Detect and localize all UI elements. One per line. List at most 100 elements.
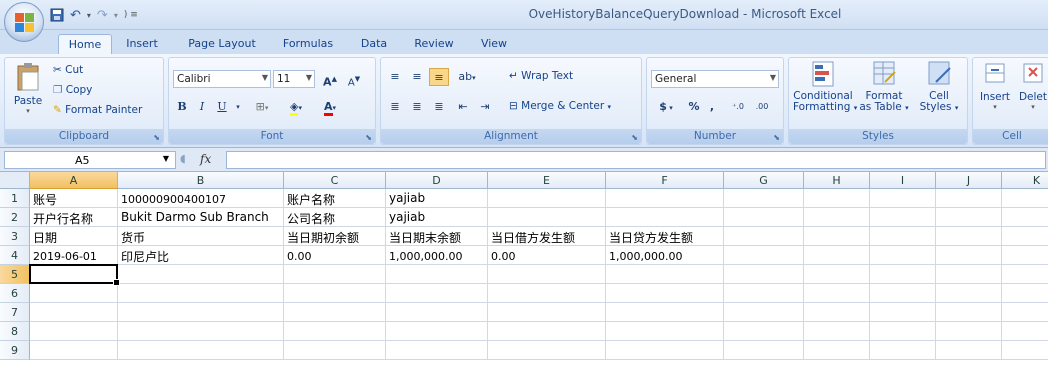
cell-g9[interactable]	[724, 341, 804, 360]
name-box[interactable]: A5 ▼	[4, 151, 176, 169]
column-header-k[interactable]: K	[1002, 172, 1048, 189]
align-middle-icon[interactable]: ≡	[407, 68, 427, 86]
align-bottom-icon[interactable]: ≡	[429, 68, 449, 86]
cell-e5[interactable]	[488, 265, 606, 284]
cell-d2[interactable]: yajiab	[386, 208, 488, 227]
column-header-i[interactable]: I	[870, 172, 936, 189]
cell-i1[interactable]	[870, 189, 936, 208]
cell-d5[interactable]	[386, 265, 488, 284]
cell-h3[interactable]	[804, 227, 870, 246]
cell-f7[interactable]	[606, 303, 724, 322]
increase-decimal-icon[interactable]: ⁺.0	[727, 98, 749, 116]
cell-f8[interactable]	[606, 322, 724, 341]
cell-j5[interactable]	[936, 265, 1002, 284]
row-header-9[interactable]: 9	[0, 341, 30, 360]
cell-f3[interactable]: 当日贷方发生额	[606, 227, 724, 246]
cell-i6[interactable]	[870, 284, 936, 303]
cell-c8[interactable]	[284, 322, 386, 341]
row-header-6[interactable]: 6	[0, 284, 30, 303]
align-left-icon[interactable]: ≣	[385, 98, 405, 116]
cell-j8[interactable]	[936, 322, 1002, 341]
font-color-button[interactable]: A▾	[315, 98, 345, 116]
column-header-d[interactable]: D	[386, 172, 488, 189]
cell-j4[interactable]	[936, 246, 1002, 265]
decrease-indent-icon[interactable]: ⇤	[453, 98, 473, 116]
cell-k8[interactable]	[1002, 322, 1048, 341]
cell-k5[interactable]	[1002, 265, 1048, 284]
cell-b1[interactable]: 100000900400107	[118, 189, 284, 208]
font-size-select[interactable]: 11 ▼	[273, 70, 315, 88]
cell-k2[interactable]	[1002, 208, 1048, 227]
currency-button[interactable]: $ ▾	[651, 98, 681, 116]
tab-page-layout[interactable]: Page Layout	[182, 34, 262, 54]
cell-i4[interactable]	[870, 246, 936, 265]
cell-e8[interactable]	[488, 322, 606, 341]
cell-j3[interactable]	[936, 227, 1002, 246]
cell-h4[interactable]	[804, 246, 870, 265]
cell-c6[interactable]	[284, 284, 386, 303]
comma-button[interactable]: ,	[705, 98, 719, 116]
borders-button[interactable]: ⊞▾	[249, 98, 275, 116]
insert-function-button[interactable]: fx	[200, 152, 211, 166]
cell-b5[interactable]	[118, 265, 284, 284]
cell-k3[interactable]	[1002, 227, 1048, 246]
paste-button[interactable]: Paste ▾	[11, 62, 45, 122]
cell-e7[interactable]	[488, 303, 606, 322]
cell-i5[interactable]	[870, 265, 936, 284]
align-center-icon[interactable]: ≣	[407, 98, 427, 116]
grow-font-button[interactable]: A▲	[319, 70, 341, 89]
chevron-down-icon[interactable]: ▾	[233, 98, 243, 116]
cell-g5[interactable]	[724, 265, 804, 284]
cell-e3[interactable]: 当日借方发生额	[488, 227, 606, 246]
formula-input[interactable]	[226, 151, 1046, 169]
cell-e2[interactable]	[488, 208, 606, 227]
cell-b9[interactable]	[118, 341, 284, 360]
cell-g6[interactable]	[724, 284, 804, 303]
decrease-decimal-icon[interactable]: .00	[751, 98, 773, 116]
cut-button[interactable]: ✂ Cut	[53, 64, 83, 76]
row-header-8[interactable]: 8	[0, 322, 30, 341]
cell-a6[interactable]	[30, 284, 118, 303]
cell-d1[interactable]: yajiab	[386, 189, 488, 208]
column-header-b[interactable]: B	[118, 172, 284, 189]
dialog-launcher-icon[interactable]: ⬊	[773, 133, 780, 142]
cell-e1[interactable]	[488, 189, 606, 208]
cell-g3[interactable]	[724, 227, 804, 246]
orientation-icon[interactable]: ab▾	[453, 68, 481, 86]
cell-a1[interactable]: 账号	[30, 189, 118, 208]
cell-h2[interactable]	[804, 208, 870, 227]
cell-f1[interactable]	[606, 189, 724, 208]
cell-h5[interactable]	[804, 265, 870, 284]
cell-d3[interactable]: 当日期末余额	[386, 227, 488, 246]
cell-a4[interactable]: 2019-06-01	[30, 246, 118, 265]
tab-insert[interactable]: Insert	[120, 34, 164, 54]
cell-i9[interactable]	[870, 341, 936, 360]
cell-h8[interactable]	[804, 322, 870, 341]
cell-c1[interactable]: 账户名称	[284, 189, 386, 208]
row-header-4[interactable]: 4	[0, 246, 30, 265]
cell-g8[interactable]	[724, 322, 804, 341]
column-header-f[interactable]: F	[606, 172, 724, 189]
shrink-font-button[interactable]: A▼	[343, 70, 365, 88]
cell-f2[interactable]	[606, 208, 724, 227]
cell-c5[interactable]	[284, 265, 386, 284]
percent-button[interactable]: %	[685, 98, 703, 116]
merge-center-button[interactable]: ⊟ Merge & Center ▾	[509, 100, 611, 112]
cell-d6[interactable]	[386, 284, 488, 303]
cell-g1[interactable]	[724, 189, 804, 208]
cell-b4[interactable]: 印尼卢比	[118, 246, 284, 265]
column-header-j[interactable]: J	[936, 172, 1002, 189]
cell-k9[interactable]	[1002, 341, 1048, 360]
tab-view[interactable]: View	[474, 34, 514, 54]
cell-f6[interactable]	[606, 284, 724, 303]
cell-b3[interactable]: 货币	[118, 227, 284, 246]
cell-a3[interactable]: 日期	[30, 227, 118, 246]
cell-c3[interactable]: 当日期初余额	[284, 227, 386, 246]
cell-k7[interactable]	[1002, 303, 1048, 322]
office-button[interactable]	[4, 2, 44, 42]
cell-k1[interactable]	[1002, 189, 1048, 208]
cell-j1[interactable]	[936, 189, 1002, 208]
cell-d9[interactable]	[386, 341, 488, 360]
cell-h7[interactable]	[804, 303, 870, 322]
tab-home[interactable]: Home	[58, 34, 112, 54]
